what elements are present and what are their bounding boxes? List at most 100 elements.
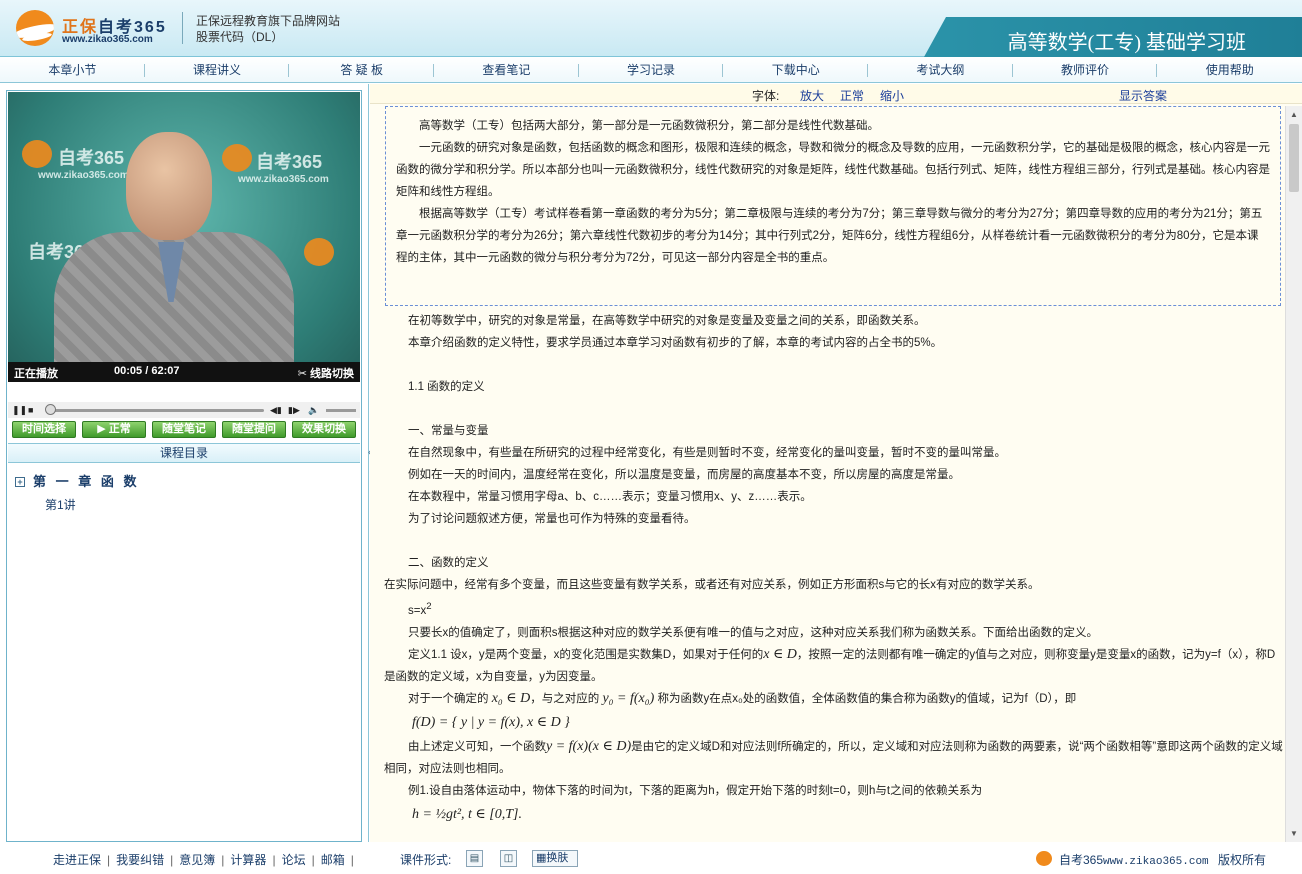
lecturer-head bbox=[126, 132, 212, 240]
line-switch-label: 线路切换 bbox=[310, 368, 354, 380]
volume-slider[interactable] bbox=[326, 409, 356, 412]
summary-paragraph: 一元函数的研究对象是函数，包括函数的概念和图形，极限和连续的概念，导数和微分的概… bbox=[396, 142, 1270, 198]
toc-chapter-item[interactable]: + 第 一 章 函 数 bbox=[15, 471, 139, 490]
brand-url[interactable]: www.zikao365.com bbox=[62, 34, 153, 45]
scroll-up-icon[interactable]: ▲ bbox=[1290, 110, 1298, 119]
nav-lecture-notes[interactable]: 课程讲义 bbox=[145, 57, 290, 82]
paragraph: 在初等数学中，研究的对象是常量，在高等数学中研究的对象是变量及变量之间的关系，即… bbox=[408, 315, 926, 327]
definition-text-a: 定义1.1 设x，y是两个变量，x的变化范围是实数集D，如果对于任何的 bbox=[408, 648, 764, 661]
font-smaller-link[interactable]: 缩小 bbox=[880, 87, 904, 104]
skin-icon: ▦ bbox=[536, 852, 547, 864]
site-link[interactable]: 自考365www.zikao365.com bbox=[1059, 851, 1209, 868]
normal-speed-button[interactable]: ▶ 正常 bbox=[82, 421, 146, 438]
paragraph: 本章介绍函数的定义特性，要求学员通过本章学习对函数有初步的了解，本章的考试内容的… bbox=[408, 337, 943, 349]
text: ，与之对应的 bbox=[530, 692, 600, 705]
font-larger-link[interactable]: 放大 bbox=[800, 87, 824, 104]
footer-link-forum[interactable]: 论坛 bbox=[282, 853, 306, 867]
stop-icon[interactable]: ■ bbox=[28, 405, 33, 415]
toc-lesson-item[interactable]: 第1讲 bbox=[45, 496, 76, 513]
nav-qa-board[interactable]: 答 疑 板 bbox=[289, 57, 434, 82]
paragraph: 为了讨论问题叙述方便，常量也可作为特殊的变量看待。 bbox=[408, 513, 696, 525]
effect-switch-button[interactable]: 效果切换 bbox=[292, 421, 356, 438]
toc-chapter-label: 第 一 章 函 数 bbox=[33, 474, 140, 489]
paragraph: 在本数程中，常量习惯用字母a、b、c……表示；变量习惯用x、y、z……表示。 bbox=[408, 491, 812, 503]
line-switch-button[interactable]: ✂ 线路切换 bbox=[298, 365, 354, 381]
main-nav: 本章小节 课程讲义 答 疑 板 查看笔记 学习记录 下载中心 考试大纲 教师评价… bbox=[0, 57, 1302, 83]
scroll-down-icon[interactable]: ▼ bbox=[1290, 829, 1298, 838]
nav-help[interactable]: 使用帮助 bbox=[1157, 57, 1302, 82]
play-time: 00:05 / 62:07 bbox=[114, 365, 179, 377]
footer-link-calculator[interactable]: 计算器 bbox=[230, 853, 266, 867]
stock-code: 股票代码（DL） bbox=[196, 30, 284, 44]
font-toolbar: 字体: 放大 正常 缩小 显示答案 bbox=[370, 84, 1302, 104]
watermark-url: www.zikao365.com bbox=[238, 174, 329, 185]
zikao365-logo[interactable] bbox=[16, 10, 54, 46]
footer-link-mail[interactable]: 邮箱 bbox=[321, 853, 345, 867]
player-controls: ❚❚ ■ ◀▮ ▮▶ 🔈 bbox=[8, 402, 360, 418]
text: 称为函数y在点x₀处的函数值，全体函数值的集合称为函数y的值域，记为f（D），即 bbox=[657, 692, 1077, 705]
paragraph: 对于一个确定的 x₀ ∈ D，与之对应的 y₀ = f(x₀) 称为函数y在点x… bbox=[384, 688, 1284, 710]
time-select-button[interactable]: 时间选择 bbox=[12, 421, 76, 438]
pause-icon[interactable]: ❚❚ bbox=[12, 405, 27, 415]
paragraph: 只要长x的值确定了，则面积s根据这种对应的数学关系便有唯一的值与之对应，这种对应… bbox=[408, 626, 1098, 639]
seek-handle[interactable] bbox=[45, 404, 57, 415]
seek-bar[interactable] bbox=[48, 409, 264, 412]
show-answer-link[interactable]: 显示答案 bbox=[1119, 87, 1167, 104]
footer-link-about[interactable]: 走进正保 bbox=[53, 853, 101, 867]
player-button-row: 时间选择 ▶ 正常 随堂笔记 随堂提问 效果切换 bbox=[8, 421, 360, 441]
time-separator: / bbox=[145, 365, 149, 377]
font-normal-link[interactable]: 正常 bbox=[840, 87, 864, 104]
paragraph: 在自然现象中，有些量在所研究的过程中经常变化，有些是则暂时不变，经常变化的量叫变… bbox=[408, 447, 1006, 459]
math-expr: y = f(x)(x ∈ D) bbox=[546, 738, 632, 754]
header: 正保自考365 www.zikao365.com 正保远程教育旗下品牌网站 股票… bbox=[0, 0, 1302, 57]
split-layout-icon[interactable]: ◫ bbox=[500, 850, 517, 867]
definition-paragraph: 定义1.1 设x，y是两个变量，x的变化范围是实数集D，如果对于任何的x ∈ D… bbox=[384, 644, 1284, 688]
nav-chapter-summary[interactable]: 本章小节 bbox=[0, 57, 145, 82]
summary-paragraph: 根据高等数学（工专）考试样卷看第一章函数的考分为5分；第二章极限与连续的考分为7… bbox=[396, 208, 1263, 264]
forward-icon[interactable]: ▮▶ bbox=[288, 405, 300, 415]
watermark-text: 自考365 bbox=[58, 148, 125, 168]
footer-links: 走进正保 | 我要纠错 | 意见簿 | 计算器 | 论坛 | 邮箱 | bbox=[53, 853, 354, 867]
class-question-button[interactable]: 随堂提问 bbox=[222, 421, 286, 438]
nav-exam-syllabus[interactable]: 考试大纲 bbox=[868, 57, 1013, 82]
formula-exponent: 2 bbox=[426, 601, 432, 612]
footer: 走进正保 | 我要纠错 | 意见簿 | 计算器 | 论坛 | 邮箱 | 课件形式: ▤ ◫ ▦换肤 自… bbox=[0, 843, 1302, 874]
footer-link-report-error[interactable]: 我要纠错 bbox=[116, 853, 164, 867]
single-layout-icon[interactable]: ▤ bbox=[466, 850, 483, 867]
courseware-label: 课件形式: bbox=[400, 853, 452, 867]
nav-download-center[interactable]: 下载中心 bbox=[723, 57, 868, 82]
summary-paragraph: 高等数学（工专）包括两大部分，第一部分是一元函数微积分，第二部分是线性代数基础。 bbox=[419, 120, 879, 132]
lecture-body: 在初等数学中，研究的对象是常量，在高等数学中研究的对象是变量及变量之间的关系，即… bbox=[384, 310, 1284, 828]
watermark-url: www.zikao365.com bbox=[38, 170, 129, 181]
watermark-text: 自考365 bbox=[256, 152, 323, 172]
freefall-formula: h = ½gt², t ∈ [0,T]. bbox=[412, 806, 522, 822]
expand-icon[interactable]: + bbox=[15, 477, 25, 487]
nav-view-notes[interactable]: 查看笔记 bbox=[434, 57, 579, 82]
site-logo-icon bbox=[1036, 851, 1052, 866]
nav-study-records[interactable]: 学习记录 bbox=[579, 57, 724, 82]
video-player[interactable]: 自考365 自考365 自考365 www.zikao365.com www.z… bbox=[8, 92, 360, 382]
footer-link-feedback[interactable]: 意见簿 bbox=[179, 853, 215, 867]
tagline: 正保远程教育旗下品牌网站 bbox=[196, 14, 341, 28]
time-current: 00:05 bbox=[114, 365, 143, 377]
panel-divider bbox=[368, 84, 369, 842]
volume-icon[interactable]: 🔈 bbox=[308, 405, 319, 415]
time-total: 62:07 bbox=[151, 365, 180, 377]
subsection-heading: 一、常量与变量 bbox=[408, 425, 489, 437]
left-panel: 自考365 自考365 自考365 www.zikao365.com www.z… bbox=[6, 90, 362, 842]
toc-title: 课程目录 bbox=[8, 443, 360, 463]
nav-teacher-review[interactable]: 教师评价 bbox=[1013, 57, 1158, 82]
skin-button[interactable]: ▦换肤 bbox=[532, 850, 578, 867]
math-expr: x₀ ∈ D bbox=[491, 690, 531, 706]
play-status: 正在播放 bbox=[14, 368, 58, 380]
class-notes-button[interactable]: 随堂笔记 bbox=[152, 421, 216, 438]
section-heading: 1.1 函数的定义 bbox=[408, 381, 485, 393]
scroll-thumb[interactable] bbox=[1289, 124, 1299, 192]
content-scrollbar[interactable]: ▲ ▼ bbox=[1285, 106, 1302, 842]
math-expr: y₀ = f(x₀) bbox=[602, 690, 655, 706]
course-banner: 高等数学(工专) 基础学习班 bbox=[924, 17, 1302, 57]
text: 对于一个确定的 bbox=[408, 692, 489, 705]
definition-math: x ∈ D bbox=[763, 646, 797, 662]
video-status-bar: 正在播放 00:05 / 62:07 ✂ 线路切换 bbox=[8, 362, 360, 382]
rewind-icon[interactable]: ◀▮ bbox=[270, 405, 282, 415]
